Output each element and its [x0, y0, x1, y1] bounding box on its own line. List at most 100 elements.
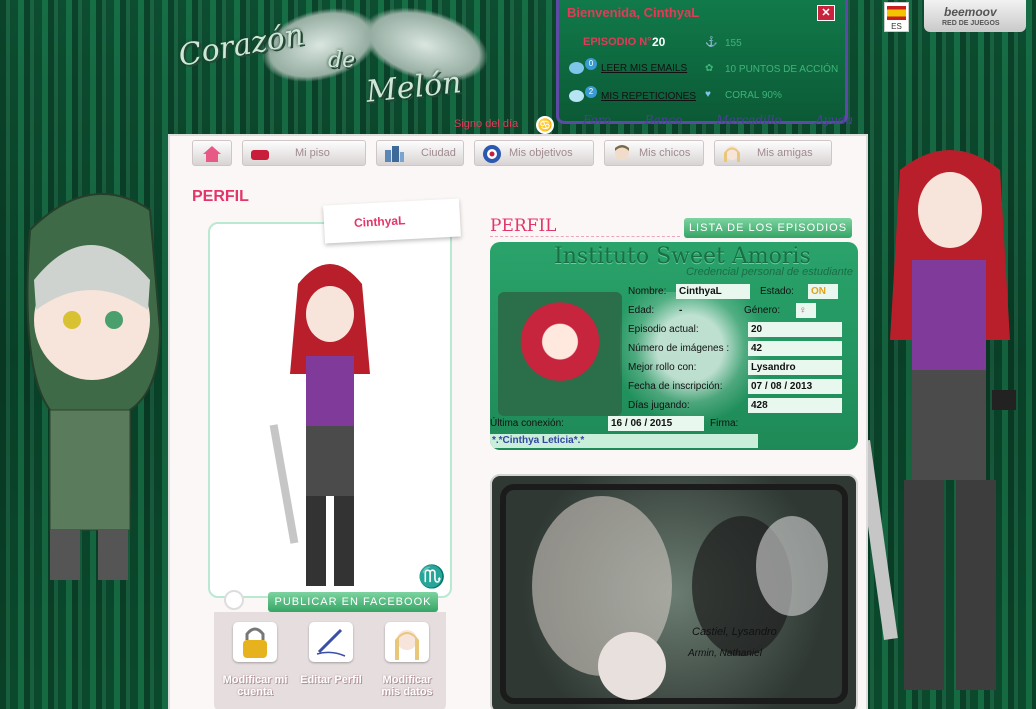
label-nombre: Nombre: [628, 286, 667, 297]
link-ayuda[interactable]: Ayuda [815, 113, 853, 127]
beemoov-brand: beemoov [944, 5, 997, 19]
nav-label-mis-objetivos: Mis objetivos [509, 147, 573, 159]
edit-profile-label: Editar Perfil [300, 674, 362, 686]
coral-percentage: CORAL 90% [725, 90, 782, 101]
dollars-value: 155 [725, 38, 742, 49]
nav-label-mis-chicos: Mis chicos [639, 147, 691, 159]
label-dias: Días jugando: [628, 400, 690, 411]
modify-data-button[interactable]: Modificar mis datos [372, 622, 442, 698]
nav-label-mi-piso: Mi piso [295, 147, 330, 159]
right-character-illustration [856, 140, 1036, 709]
repetitions-count-badge: 2 [585, 86, 597, 98]
value-dias: 428 [748, 398, 842, 413]
signature: *.*Cinthya Leticia*.* [490, 434, 758, 448]
read-emails-link[interactable]: LEER MIS EMAILS [601, 63, 687, 74]
heart-icon: ♥ [705, 89, 711, 100]
pen-icon [309, 622, 353, 662]
edit-profile-button[interactable]: Editar Perfil [296, 622, 366, 686]
nav-mi-piso[interactable]: Mi piso [242, 140, 366, 166]
profile-section-title: PERFIL [490, 216, 557, 236]
banner-illustration [532, 496, 828, 700]
value-nombre: CinthyaL [676, 284, 750, 299]
nav-label-mis-amigas: Mis amigas [757, 147, 813, 159]
episodes-list-button[interactable]: LISTA DE LOS EPISODIOS [684, 218, 852, 238]
corazon-de-melon-logo[interactable]: Corazón de Melón [170, 0, 520, 130]
left-character-illustration [10, 170, 170, 590]
close-button[interactable]: ✕ [817, 5, 835, 21]
language-selector[interactable]: ES [884, 2, 909, 32]
padlock-icon [233, 622, 277, 662]
boy-portrait-icon [611, 144, 633, 164]
girl-portrait-icon [721, 144, 743, 164]
value-mejor: Lysandro [748, 360, 842, 375]
profile-actions: Modificar mi cuenta Editar Perfil Modifi… [214, 612, 446, 709]
banner-text-1: Castiel, Lysandro [692, 626, 777, 638]
repetitions-icon [569, 90, 584, 102]
player-avatar [269, 264, 370, 586]
sign-of-the-day-label: Signo del día [454, 118, 519, 130]
spain-flag-icon [887, 6, 906, 20]
welcome-panel: Bienvenida, CinthyaL ✕ EPISODIO N° 20 0 … [556, 0, 853, 127]
city-icon [383, 144, 405, 164]
profile-banner-image: Castiel, Lysandro Armin, Nathaniel [490, 474, 858, 709]
label-ultima: Última conexión: [490, 418, 564, 429]
paw-icon: ✿ [705, 63, 714, 74]
label-estado: Estado: [760, 286, 794, 297]
username: CinthyaL [353, 213, 406, 230]
label-episodio: Episodio actual: [628, 324, 699, 335]
link-foro[interactable]: Foro [583, 113, 611, 127]
value-genero: ♀ [796, 303, 816, 318]
banner-text-2: Armin, Nathaniel [688, 648, 762, 659]
page-title: PERFIL [192, 188, 249, 205]
main-navigation: Mi piso Ciudad Mis objetivos Mis chicos … [192, 140, 832, 168]
student-card: Instituto Sweet Amoris Credencial person… [490, 242, 858, 450]
nav-ciudad[interactable]: Ciudad [376, 140, 464, 166]
logo-word-melon: Melón [364, 65, 464, 110]
action-points: 10 PUNTOS DE ACCIÓN [725, 64, 839, 75]
sign-of-the-day-icon[interactable]: ♋ [536, 116, 554, 134]
logo-word-de: de [328, 48, 356, 73]
label-firma: Firma: [710, 418, 739, 429]
nav-mis-chicos[interactable]: Mis chicos [604, 140, 704, 166]
publish-facebook-button[interactable]: PUBLICAR EN FACEBOOK [268, 592, 438, 612]
label-imagenes: Número de imágenes : [628, 343, 730, 354]
zodiac-icon: ♏ [418, 564, 446, 589]
student-photo [498, 292, 622, 416]
card-subtitle: Credencial personal de estudiante [686, 266, 853, 278]
value-estado: ON [808, 284, 838, 299]
label-inscripcion: Fecha de inscripción: [628, 381, 723, 392]
nav-mis-amigas[interactable]: Mis amigas [714, 140, 832, 166]
nav-mis-objetivos[interactable]: Mis objetivos [474, 140, 594, 166]
repetitions-link[interactable]: MIS REPETICIONES [601, 91, 696, 102]
sofa-icon [249, 144, 271, 164]
value-imagenes: 42 [748, 341, 842, 356]
main-content-panel: Mi piso Ciudad Mis objetivos Mis chicos … [168, 134, 868, 709]
section-divider [490, 236, 680, 237]
nav-label-ciudad: Ciudad [421, 147, 456, 159]
username-card: CinthyaL [323, 198, 461, 244]
modify-data-label: Modificar mis datos [381, 674, 433, 698]
avatar-toggle-dot[interactable] [224, 590, 244, 610]
quick-links: Foro Banco Mercadillo Ayuda [583, 113, 853, 127]
dollars-icon: ⚓ [705, 37, 718, 48]
label-edad: Edad: [628, 305, 655, 316]
episode-label: EPISODIO N° [583, 36, 652, 48]
value-ultima: 16 / 06 / 2015 [608, 416, 704, 431]
language-code: ES [891, 22, 902, 31]
label-genero: Género: [744, 305, 781, 316]
modify-account-label: Modificar mi cuenta [222, 674, 288, 698]
value-edad: - [679, 305, 683, 316]
beemoov-tagline: RED DE JUEGOS [942, 20, 1000, 27]
nav-home[interactable] [192, 140, 232, 166]
value-episodio: 20 [748, 322, 842, 337]
messages-count-badge: 0 [585, 58, 597, 70]
beemoov-logo[interactable]: beemoov RED DE JUEGOS [924, 0, 1026, 32]
avatar-frame [208, 222, 452, 598]
target-icon [481, 144, 503, 164]
modify-account-button[interactable]: Modificar mi cuenta [220, 622, 290, 698]
link-banco[interactable]: Banco [645, 113, 683, 127]
value-inscripcion: 07 / 08 / 2013 [748, 379, 842, 394]
label-mejor: Mejor rollo con: [628, 362, 697, 373]
link-mercadillo[interactable]: Mercadillo [716, 113, 781, 127]
home-icon [201, 144, 223, 164]
